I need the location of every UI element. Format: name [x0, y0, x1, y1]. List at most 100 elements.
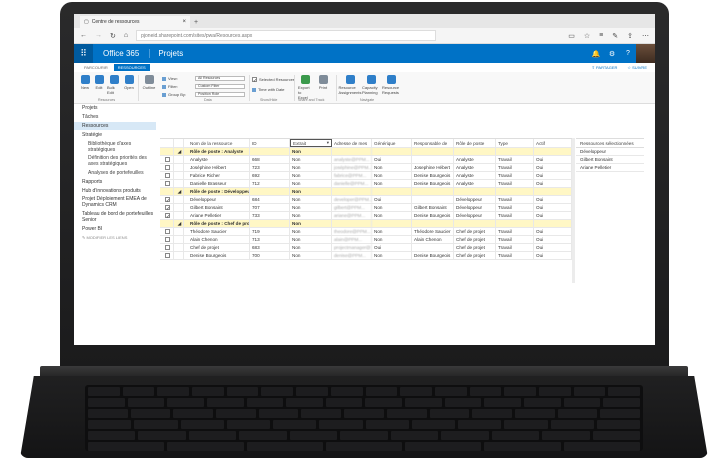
- cell-role[interactable]: [454, 220, 496, 227]
- cell-mail[interactable]: alain@PPM...: [332, 236, 372, 243]
- nav-taches[interactable]: Tâches: [74, 113, 156, 122]
- cell-role[interactable]: Chef de projet: [454, 244, 496, 251]
- cell-act[interactable]: Oui: [534, 172, 572, 179]
- cell-act[interactable]: [534, 188, 572, 195]
- cell-id[interactable]: 713: [250, 236, 290, 243]
- column-header-email[interactable]: Adresse de mes: [332, 139, 372, 147]
- filter-dropdown[interactable]: Custom Filter: [195, 84, 245, 89]
- settings-gear-icon[interactable]: ⚙: [604, 44, 620, 63]
- cell-act[interactable]: Oui: [534, 252, 572, 259]
- bulk-edit-button[interactable]: Bulk Edit: [107, 75, 121, 95]
- row-checkbox[interactable]: [165, 173, 170, 178]
- cell-id[interactable]: [250, 188, 290, 195]
- cell-gen[interactable]: Non: [372, 172, 412, 179]
- group-header-row[interactable]: ◢ Rôle de poste : Analyste Non: [160, 148, 572, 156]
- cell-ext[interactable]: Non: [290, 172, 332, 179]
- help-icon[interactable]: ?: [620, 44, 636, 63]
- url-field[interactable]: pjoneid.sharepoint.com/sites/pwa/Resourc…: [136, 30, 437, 41]
- row-checkbox[interactable]: [165, 197, 170, 202]
- suite-title[interactable]: Office 365: [93, 49, 151, 58]
- nav-bibliotheque-axes[interactable]: Bibliothèque d'axes stratégiques: [74, 139, 156, 154]
- cell-role[interactable]: Développeur: [454, 212, 496, 219]
- cell-mail[interactable]: projectmanager@...: [332, 244, 372, 251]
- row-checkbox-cell[interactable]: [160, 204, 174, 211]
- selected-resource-item[interactable]: Ariane Pelletier: [576, 164, 644, 172]
- selected-resource-item[interactable]: Gilbert Bonsaint: [576, 156, 644, 164]
- row-checkbox[interactable]: [165, 245, 170, 250]
- row-checkbox-cell[interactable]: [160, 220, 174, 227]
- cell-gen[interactable]: Non: [372, 236, 412, 243]
- share-icon[interactable]: ⇪: [627, 32, 633, 40]
- cell-id[interactable]: 707: [250, 204, 290, 211]
- table-row[interactable]: Gilbert Bonsaint707Nongilbert@PPM...NonG…: [160, 204, 572, 212]
- cell-act[interactable]: Oui: [534, 244, 572, 251]
- cell-ext[interactable]: Non: [290, 220, 332, 227]
- avatar[interactable]: [636, 44, 655, 63]
- collapse-icon[interactable]: ◢: [174, 220, 184, 227]
- row-checkbox[interactable]: [165, 165, 170, 170]
- cell-act[interactable]: Oui: [534, 204, 572, 211]
- cell-mail[interactable]: theodore@PPM...: [332, 228, 372, 235]
- table-row[interactable]: Chef de projet 683 Non projectmanager@... Ou…: [160, 244, 572, 252]
- cell-ext[interactable]: Non: [290, 180, 332, 187]
- app-launcher-icon[interactable]: ⠿: [74, 44, 93, 63]
- cell-role[interactable]: Développeur: [454, 204, 496, 211]
- more-icon[interactable]: ⋯: [642, 32, 649, 40]
- cell-ext[interactable]: Non: [290, 196, 332, 203]
- column-header-name[interactable]: Nom de la ressource: [184, 139, 250, 147]
- cell-resp[interactable]: Josephine Hébert: [412, 164, 454, 171]
- collapse-icon[interactable]: ◢: [174, 188, 184, 195]
- cell-act[interactable]: Oui: [534, 196, 572, 203]
- cell-type[interactable]: Travail: [496, 244, 534, 251]
- cell-gen[interactable]: Non: [372, 180, 412, 187]
- cell-resp[interactable]: Denise Bourgeois: [412, 252, 454, 259]
- resource-requests-button[interactable]: Resource Requests: [382, 75, 400, 95]
- column-header-role[interactable]: Rôle de poste: [454, 139, 496, 147]
- nav-projets[interactable]: Projets: [74, 104, 156, 113]
- row-checkbox[interactable]: [165, 157, 170, 162]
- cell-gen[interactable]: [372, 220, 412, 227]
- cell-mail[interactable]: danielle@PPM...: [332, 180, 372, 187]
- cell-gen[interactable]: Oui: [372, 196, 412, 203]
- row-checkbox-cell[interactable]: [160, 196, 174, 203]
- cell-resp[interactable]: Théodore Saucier: [412, 228, 454, 235]
- table-row[interactable]: Théodore Saucier 719 Non theodore@PPM... Non…: [160, 228, 572, 236]
- cell-name[interactable]: Développeur: [184, 196, 250, 203]
- cell-act[interactable]: Oui: [534, 236, 572, 243]
- cell-type[interactable]: Travail: [496, 172, 534, 179]
- cell-mail[interactable]: developer@PPM...: [332, 196, 372, 203]
- cell-gen[interactable]: Non: [372, 228, 412, 235]
- cell-role[interactable]: Analyste: [454, 180, 496, 187]
- cell-resp[interactable]: [412, 196, 454, 203]
- cell-act[interactable]: Oui: [534, 156, 572, 163]
- cell-type[interactable]: Travail: [496, 204, 534, 211]
- cell-mail[interactable]: joséphine@PPM...: [332, 164, 372, 171]
- selected-resource-item[interactable]: Développeur: [576, 148, 644, 156]
- cell-type[interactable]: Travail: [496, 164, 534, 171]
- cell-role[interactable]: Développeur: [454, 196, 496, 203]
- outline-button[interactable]: Outline: [142, 75, 156, 90]
- cell-resp[interactable]: Denise Bourgeois: [412, 180, 454, 187]
- row-checkbox-cell[interactable]: [160, 148, 174, 155]
- cell-mail[interactable]: [332, 148, 372, 155]
- row-checkbox-cell[interactable]: [160, 244, 174, 251]
- dropdown-arrow-icon[interactable]: ▾: [327, 140, 331, 146]
- cell-act[interactable]: Oui: [534, 228, 572, 235]
- column-header-responsable[interactable]: Responsable de: [412, 139, 454, 147]
- cell-ext[interactable]: Non: [290, 236, 332, 243]
- cell-role[interactable]: Analyste: [454, 172, 496, 179]
- cell-mail[interactable]: [332, 220, 372, 227]
- column-header-extrait[interactable]: Extrait ▾: [290, 139, 332, 147]
- cell-id[interactable]: 723: [250, 164, 290, 171]
- cell-gen[interactable]: [372, 188, 412, 195]
- group-header-row[interactable]: ◢ Rôle de poste : Chef de projet Non: [160, 220, 572, 228]
- nav-priorites-axes[interactable]: Définition des priorités des axes straté…: [74, 154, 156, 169]
- cell-mail[interactable]: analyste@PPM...: [332, 156, 372, 163]
- table-row[interactable]: Danielle Brasseur 712 Non danielle@PPM... No…: [160, 180, 572, 188]
- cell-id[interactable]: 668: [250, 156, 290, 163]
- cell-type[interactable]: Travail: [496, 180, 534, 187]
- table-row[interactable]: Denise Bourgeois 700 Non denise@PPM... Non De…: [160, 252, 572, 260]
- nav-strategie[interactable]: Stratégie: [74, 130, 156, 139]
- row-checkbox[interactable]: [165, 229, 170, 234]
- cell-mail[interactable]: [332, 188, 372, 195]
